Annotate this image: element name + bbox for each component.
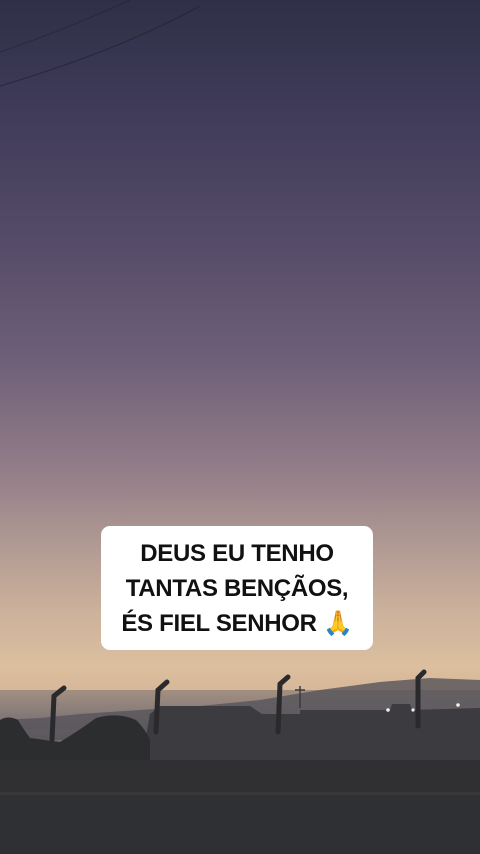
light-2 <box>411 708 415 712</box>
caption-line-3: ÉS FIEL SENHOR 🙏 <box>121 610 353 637</box>
ground <box>0 794 480 854</box>
fence-wall <box>0 760 480 794</box>
ground-edge <box>0 792 480 795</box>
power-lines <box>0 0 201 87</box>
photo-scene: DEUS EU TENHO TANTAS BENÇÃOS, ÉS FIEL SE… <box>0 0 480 854</box>
caption-line-2: TANTAS BENÇÃOS, <box>125 575 349 602</box>
caption-box: DEUS EU TENHO TANTAS BENÇÃOS, ÉS FIEL SE… <box>101 526 373 650</box>
power-line-1 <box>0 5 201 87</box>
power-line-2 <box>0 0 131 53</box>
light-1 <box>386 708 390 712</box>
horizon-silhouette <box>0 669 480 854</box>
light-3 <box>456 703 460 707</box>
caption-line-1: DEUS EU TENHO <box>140 540 334 567</box>
